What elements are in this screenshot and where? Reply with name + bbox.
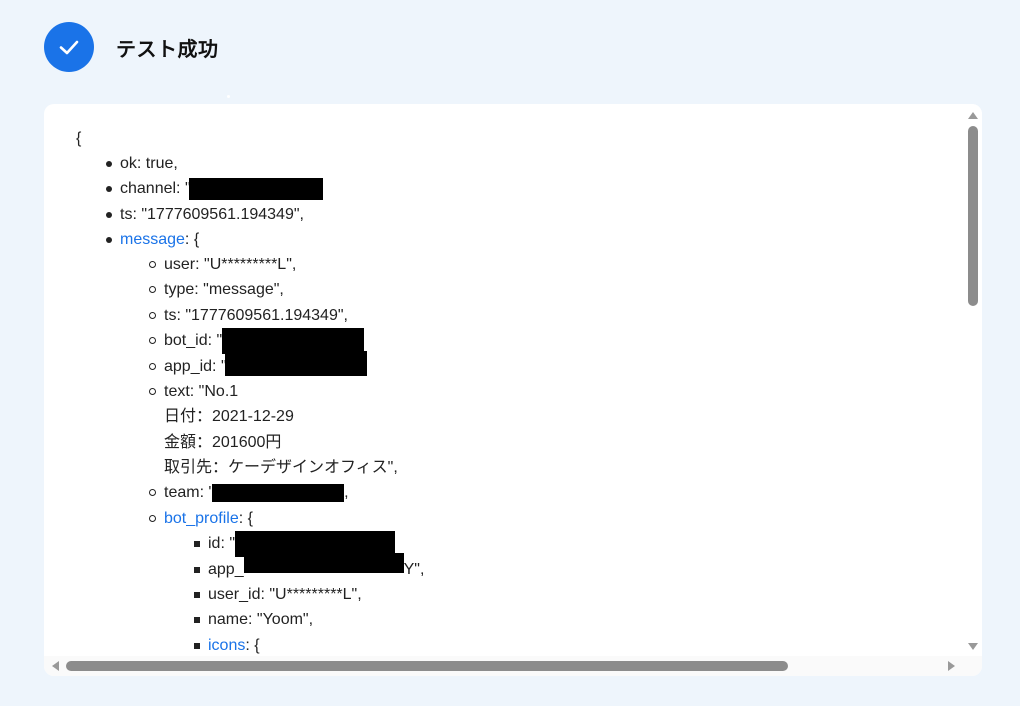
app-suffix: Y", [403,560,425,578]
json-field-user: user: "U*********L", [148,252,424,277]
decorative-dot [227,95,230,98]
redacted-block [188,178,323,201]
message-suffix: : { [184,230,200,248]
channel-label: channel: " [120,180,191,198]
json-field-message: message: { user: "U*********L", type: "m… [105,227,425,656]
json-output-panel[interactable]: { ok: true, channel: " ts: "1777609561.1… [44,104,982,676]
page-title: テスト成功 [116,38,219,61]
json-field-user-id: user_id: "U*********L", [193,582,424,607]
app-id-label: app_id: " [164,358,227,376]
redacted-block [243,552,404,573]
json-field-bot-profile: bot_profile: { id: " app_ Y", user_id: "U… [148,506,425,656]
bot-profile-suffix: : { [238,509,253,527]
json-field-team: team: ", [148,480,424,505]
bot-id-label: bot_id: " [164,332,223,350]
json-root-list: ok: true, channel: " ts: "1777609561.194… [105,151,425,656]
icons-suffix: : { [245,636,260,654]
json-field-message-ts: ts: "1777609561.194349", [148,303,424,328]
bot-profile-list: id: " app_ Y", user_id: "U*********L", na… [193,530,425,656]
team-label: team: " [164,484,215,502]
bot-profile-key-link[interactable]: bot_profile [164,510,239,527]
team-suffix: , [344,484,349,502]
vertical-scroll-thumb[interactable] [968,126,978,306]
json-field-channel: channel: " [105,176,424,201]
message-list: user: "U*********L", type: "message", ts… [148,252,425,656]
json-field-text: text: "No.1 日付：2021-12-29 金額：201600円 取引先… [148,379,424,480]
json-field-type: type: "message", [148,277,424,302]
scrollbar-corner [964,656,982,676]
vertical-scrollbar[interactable] [964,104,982,656]
horizontal-scroll-thumb[interactable] [66,661,788,671]
horizontal-scrollbar[interactable] [44,656,964,676]
app-label: app_ [208,560,244,578]
json-field-app-id-2: app_ Y", [193,552,425,582]
json-field-icons: icons: { [193,633,424,656]
json-brace-open: { [76,130,82,147]
scroll-down-arrow-icon[interactable] [968,643,978,650]
scroll-left-arrow-icon[interactable] [52,661,59,671]
json-field-ok: ok: true, [105,151,424,176]
json-field-ts: ts: "1777609561.194349", [105,202,424,227]
scroll-up-arrow-icon[interactable] [968,112,978,119]
test-result-header: テスト成功 [44,22,219,72]
icons-key-link[interactable]: icons [208,637,245,654]
message-key-link[interactable]: message [120,231,185,248]
check-circle-icon [44,22,94,72]
json-field-app-id: app_id: " [148,351,424,379]
redacted-block [212,484,345,503]
json-field-name: name: "Yoom", [193,607,424,632]
json-tree: { ok: true, channel: " ts: "1777609561.1… [44,104,964,656]
redacted-block [224,351,367,377]
scroll-right-arrow-icon[interactable] [948,661,955,671]
id-label: id: " [208,534,236,552]
